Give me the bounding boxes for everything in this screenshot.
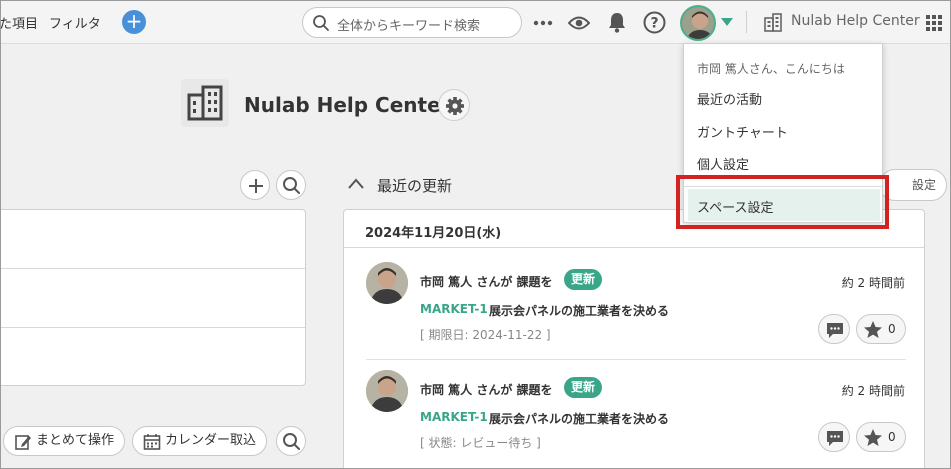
divider [344, 247, 924, 248]
activity-time: 約 2 時間前 [841, 276, 905, 290]
app-frame: た項目 フィルタ + 全体からキーワード検索 ? Nulab Help Cent… [0, 0, 951, 469]
search-placeholder: 全体からキーワード検索 [337, 19, 481, 34]
star-count: 0 [888, 322, 896, 336]
recent-updates-feed: 2024年11月20日(水) 市岡 篤人 さんが 課題を 更新 約 2 時間前 … [343, 209, 925, 468]
highlight-annotation-box [676, 175, 889, 229]
watch-eye-icon[interactable] [568, 15, 590, 31]
project-settings-button[interactable] [438, 89, 470, 121]
recent-settings-button[interactable]: 設定 [879, 169, 947, 201]
list-divider [1, 268, 305, 269]
issue-key-link[interactable]: MARKET-1 [420, 302, 488, 316]
star-button[interactable]: 0 [856, 422, 906, 452]
user-greeting: 市岡 篤人さん、こんにちは [697, 62, 845, 76]
add-issue-button[interactable]: + [122, 10, 146, 34]
divider [366, 359, 906, 360]
avatar-photo [682, 7, 714, 39]
help-icon[interactable]: ? [643, 11, 666, 34]
building-icon[interactable] [764, 13, 782, 32]
activity-entry: 市岡 篤人 さんが 課題を 更新 約 2 時間前 MARKET-1 展示会パネル… [344, 262, 924, 372]
activity-actor: 市岡 篤人 さんが 課題を [420, 383, 553, 397]
issue-summary-link[interactable]: 展示会パネルの施工業者を決める [489, 410, 669, 427]
search-icon [283, 433, 300, 450]
status-badge: 更新 [564, 377, 603, 398]
notification-bell-icon[interactable] [608, 12, 626, 33]
menu-item-recent-activity[interactable]: 最近の活動 [697, 89, 762, 108]
search-button[interactable] [276, 170, 306, 200]
issue-key-link[interactable]: MARKET-1 [420, 410, 488, 424]
search-icon [283, 177, 300, 194]
comment-icon [827, 323, 843, 338]
comment-button[interactable] [818, 314, 850, 344]
left-list-panel [1, 209, 306, 386]
star-icon [864, 321, 882, 338]
project-icon [181, 79, 229, 127]
star-count: 0 [888, 430, 896, 444]
activity-time: 約 2 時間前 [841, 384, 905, 398]
nav-recent-items[interactable]: た項目 [1, 13, 38, 32]
search-input[interactable]: 全体からキーワード検索 [302, 7, 522, 38]
edit-icon [15, 435, 31, 450]
building-icon [187, 85, 223, 121]
gear-icon [446, 97, 464, 115]
avatar [366, 370, 408, 412]
more-dots-icon[interactable] [533, 20, 553, 26]
top-bar: た項目 フィルタ + 全体からキーワード検索 ? Nulab Help Cent… [1, 1, 950, 44]
chevron-up-icon[interactable] [347, 177, 365, 191]
avatar [366, 262, 408, 304]
divider [746, 11, 747, 33]
star-button[interactable]: 0 [856, 314, 906, 344]
menu-item-personal-settings[interactable]: 個人設定 [697, 154, 749, 173]
feed-date-heading: 2024年11月20日(水) [365, 226, 502, 241]
project-title: Nulab Help Center [244, 93, 451, 117]
svg-text:?: ? [650, 16, 658, 32]
list-divider [1, 327, 305, 328]
activity-actor: 市岡 篤人 さんが 課題を [420, 275, 553, 289]
comment-icon [827, 431, 843, 446]
user-avatar[interactable] [680, 5, 716, 41]
space-name-link[interactable]: Nulab Help Center [791, 13, 920, 29]
status-badge: 更新 [564, 269, 603, 290]
calendar-import-label: カレンダー取込 [165, 433, 257, 448]
recent-updates-title: 最近の更新 [377, 177, 453, 195]
activity-meta: [ 状態: レビュー待ち ] [420, 436, 541, 450]
menu-item-gantt-chart[interactable]: ガントチャート [697, 122, 788, 141]
calendar-import-button[interactable]: カレンダー取込 [132, 426, 268, 456]
search-icon [313, 15, 329, 31]
bulk-action-button[interactable]: まとめて操作 [3, 426, 126, 456]
activity-entry: 市岡 篤人 さんが 課題を 更新 約 2 時間前 MARKET-1 展示会パネル… [344, 370, 924, 468]
add-button[interactable] [240, 170, 270, 200]
plus-icon [249, 179, 263, 193]
nav-filter[interactable]: フィルタ [49, 13, 101, 32]
issue-summary-link[interactable]: 展示会パネルの施工業者を決める [489, 302, 669, 319]
calendar-icon [143, 434, 161, 450]
star-icon [864, 429, 882, 446]
search-button[interactable] [276, 426, 306, 456]
plus-icon: + [125, 9, 143, 33]
activity-meta: [ 期限日: 2024-11-22 ] [420, 328, 551, 342]
apps-grid-icon[interactable] [926, 15, 942, 31]
bulk-action-label: まとめて操作 [36, 433, 115, 448]
user-menu-caret-icon[interactable] [721, 18, 733, 26]
comment-button[interactable] [818, 422, 850, 452]
